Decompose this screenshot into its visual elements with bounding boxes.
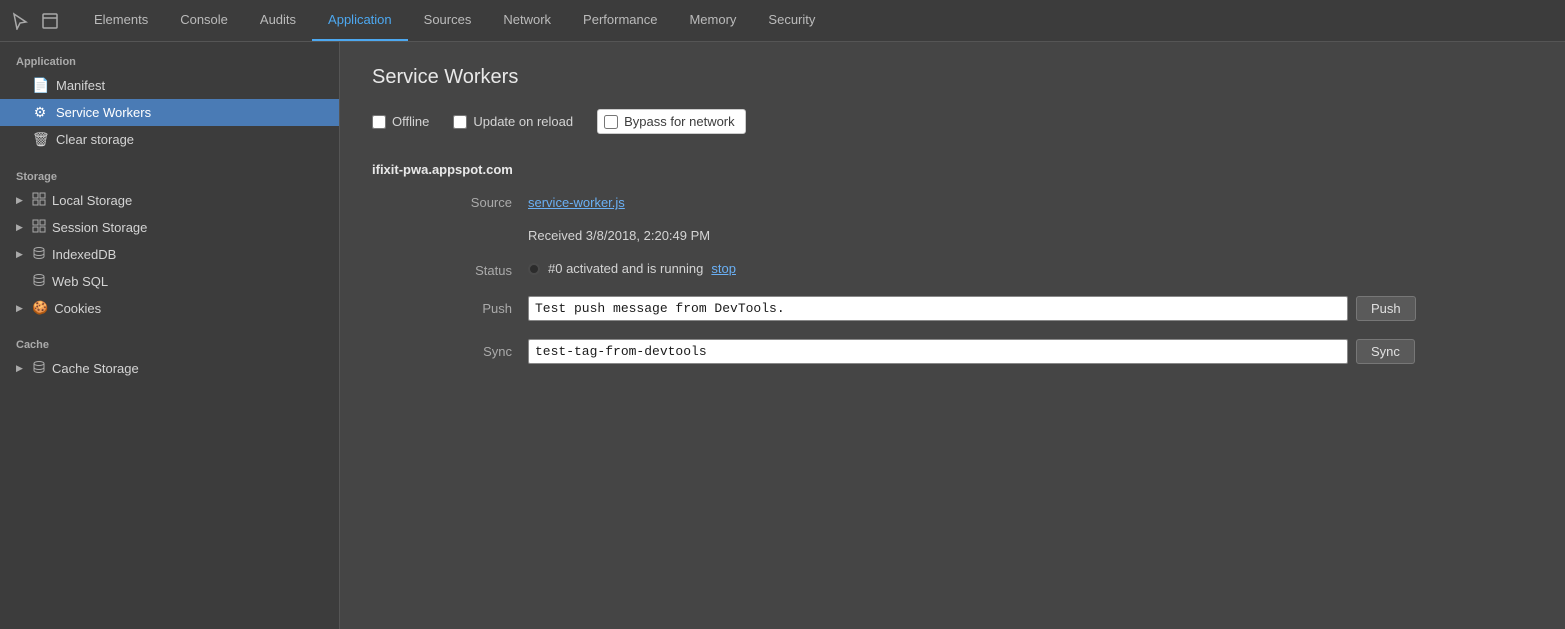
checkboxes-row: Offline Update on reload Bypass for netw…	[372, 109, 1533, 134]
page-title: Service Workers	[372, 66, 1533, 89]
sync-input[interactable]	[528, 339, 1348, 364]
sidebar-section-cache: Cache	[0, 333, 339, 355]
source-row: Source service-worker.js	[372, 195, 1533, 210]
push-row: Push Push	[372, 296, 1533, 321]
status-label: Status	[452, 263, 512, 278]
sidebar-item-session-storage[interactable]: ▶ Session Storage	[0, 214, 339, 241]
trash-icon: 🗑	[32, 131, 48, 148]
tab-performance[interactable]: Performance	[567, 0, 673, 41]
expand-arrow-indexeddb: ▶	[16, 249, 26, 260]
sidebar-item-indexeddb[interactable]: ▶ IndexedDB	[0, 241, 339, 268]
sidebar: Application 📄 Manifest ⚙ Service Workers…	[0, 42, 340, 629]
bypass-for-network-wrapper[interactable]: Bypass for network	[597, 109, 746, 134]
sidebar-section-application: Application	[0, 50, 339, 72]
push-button[interactable]: Push	[1356, 296, 1416, 321]
sidebar-item-clear-storage[interactable]: 🗑 Clear storage	[0, 126, 339, 153]
tab-network[interactable]: Network	[487, 0, 567, 41]
offline-checkbox-item[interactable]: Offline	[372, 114, 429, 129]
cursor-icon[interactable]	[8, 9, 32, 33]
expand-arrow-cache-storage: ▶	[16, 363, 26, 374]
push-input[interactable]	[528, 296, 1348, 321]
offline-label[interactable]: Offline	[392, 114, 429, 129]
tab-security[interactable]: Security	[752, 0, 831, 41]
sidebar-item-cookies[interactable]: ▶ 🍪 Cookies	[0, 295, 339, 321]
expand-arrow-session-storage: ▶	[16, 222, 26, 233]
manifest-icon: 📄	[32, 77, 48, 94]
status-text: #0 activated and is running	[548, 261, 703, 276]
update-on-reload-checkbox-item[interactable]: Update on reload	[453, 114, 573, 129]
tab-elements[interactable]: Elements	[78, 0, 164, 41]
update-on-reload-label[interactable]: Update on reload	[473, 114, 573, 129]
tab-application[interactable]: Application	[312, 0, 408, 41]
source-label: Source	[452, 195, 512, 210]
local-storage-icon	[32, 192, 46, 209]
sidebar-section-storage: Storage	[0, 165, 339, 187]
sidebar-item-web-sql[interactable]: Web SQL	[0, 268, 339, 295]
cache-storage-icon	[32, 360, 46, 377]
divider-2	[0, 321, 339, 333]
sidebar-item-local-storage[interactable]: ▶ Local Storage	[0, 187, 339, 214]
top-nav: Elements Console Audits Application Sour…	[0, 0, 1565, 42]
sidebar-item-cache-storage[interactable]: ▶ Cache Storage	[0, 355, 339, 382]
dock-icon[interactable]	[38, 9, 62, 33]
nav-icons	[8, 9, 62, 33]
bypass-for-network-label[interactable]: Bypass for network	[624, 114, 735, 129]
expand-arrow-cookies: ▶	[16, 303, 26, 314]
cookies-icon: 🍪	[32, 300, 48, 316]
worker-entry: ifixit-pwa.appspot.com Source service-wo…	[372, 162, 1533, 364]
expand-arrow-local-storage: ▶	[16, 195, 26, 206]
offline-checkbox[interactable]	[372, 115, 386, 129]
web-sql-icon	[32, 273, 46, 290]
tab-memory[interactable]: Memory	[673, 0, 752, 41]
status-dot	[528, 263, 540, 275]
sync-button[interactable]: Sync	[1356, 339, 1415, 364]
session-storage-icon	[32, 219, 46, 236]
sidebar-item-manifest[interactable]: 📄 Manifest	[0, 72, 339, 99]
worker-domain: ifixit-pwa.appspot.com	[372, 162, 1533, 177]
sync-label: Sync	[452, 344, 512, 359]
bypass-for-network-checkbox[interactable]	[604, 115, 618, 129]
gear-icon: ⚙	[32, 104, 48, 121]
divider-1	[0, 153, 339, 165]
tab-console[interactable]: Console	[164, 0, 244, 41]
push-label: Push	[452, 301, 512, 316]
content-area: Service Workers Offline Update on reload…	[340, 42, 1565, 629]
update-on-reload-checkbox[interactable]	[453, 115, 467, 129]
nav-tabs: Elements Console Audits Application Sour…	[78, 0, 831, 41]
tab-audits[interactable]: Audits	[244, 0, 312, 41]
received-row: Received 3/8/2018, 2:20:49 PM	[372, 228, 1533, 243]
indexeddb-icon	[32, 246, 46, 263]
status-content: #0 activated and is running stop	[528, 261, 736, 276]
sidebar-item-service-workers[interactable]: ⚙ Service Workers	[0, 99, 339, 126]
stop-link[interactable]: stop	[711, 261, 736, 276]
status-row: Status #0 activated and is running stop	[372, 261, 1533, 278]
main-layout: Application 📄 Manifest ⚙ Service Workers…	[0, 42, 1565, 629]
sync-row: Sync Sync	[372, 339, 1533, 364]
tab-sources[interactable]: Sources	[408, 0, 488, 41]
source-link[interactable]: service-worker.js	[528, 195, 625, 210]
received-text: Received 3/8/2018, 2:20:49 PM	[528, 228, 710, 243]
